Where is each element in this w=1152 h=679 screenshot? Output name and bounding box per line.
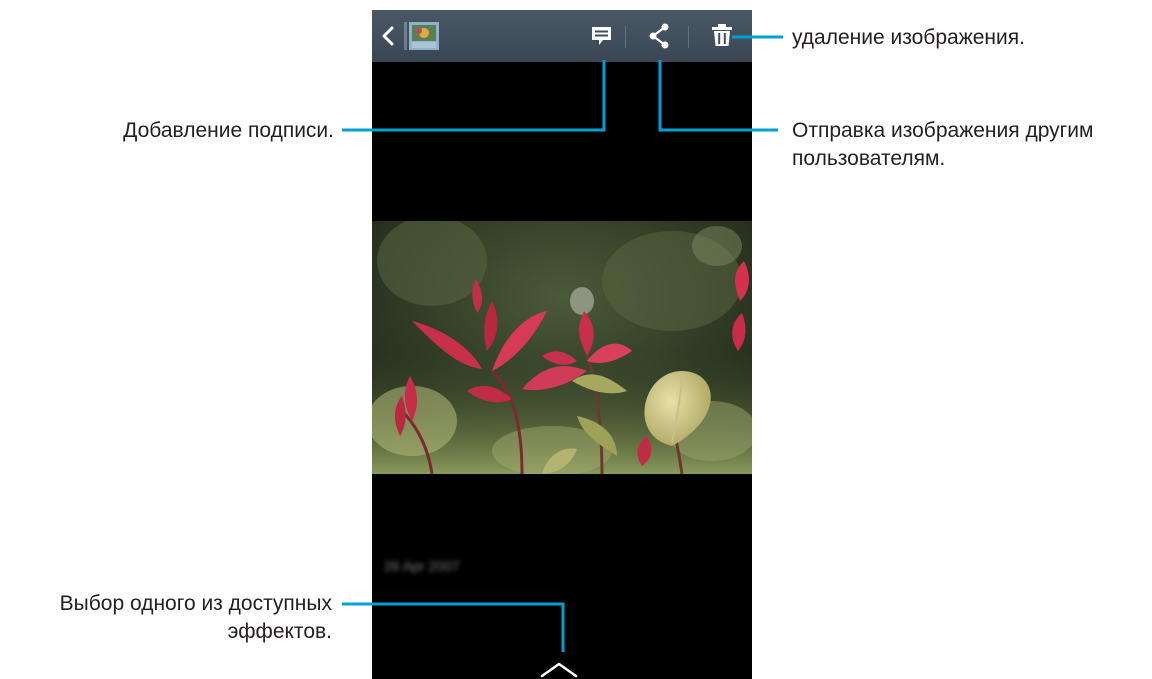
chevron-left-icon[interactable] (378, 20, 398, 52)
manual-page: 26 Apr 2007 удаление изображения. Добавл… (0, 0, 1152, 679)
callout-delete: удаление изображения. (792, 24, 1025, 52)
callout-share: Отправка изображения другим пользователя… (792, 117, 1093, 173)
callout-share-line2: пользователям. (792, 147, 946, 170)
share-icon[interactable] (637, 18, 681, 54)
callout-delete-text: удаление изображения. (792, 26, 1025, 49)
chevron-up-icon[interactable] (538, 656, 580, 679)
action-bar (372, 10, 752, 62)
callout-effects: Выбор одного из доступных эффектов. (8, 590, 332, 646)
callout-share-line1: Отправка изображения другим (792, 119, 1094, 142)
callout-effects-line2: эффектов. (227, 620, 332, 643)
callout-caption-text: Добавление подписи. (123, 119, 334, 142)
action-bar-divider (625, 26, 626, 48)
phone-screen: 26 Apr 2007 (372, 10, 752, 679)
gallery-thumbnail-icon[interactable] (402, 20, 440, 52)
trash-icon[interactable] (700, 18, 744, 54)
photo-date: 26 Apr 2007 (384, 558, 460, 574)
photo-image[interactable] (372, 216, 752, 476)
comment-icon[interactable] (579, 18, 623, 54)
callout-effects-line1: Выбор одного из доступных (59, 592, 332, 615)
action-bar-divider (688, 26, 689, 48)
callout-caption: Добавление подписи. (84, 117, 334, 145)
